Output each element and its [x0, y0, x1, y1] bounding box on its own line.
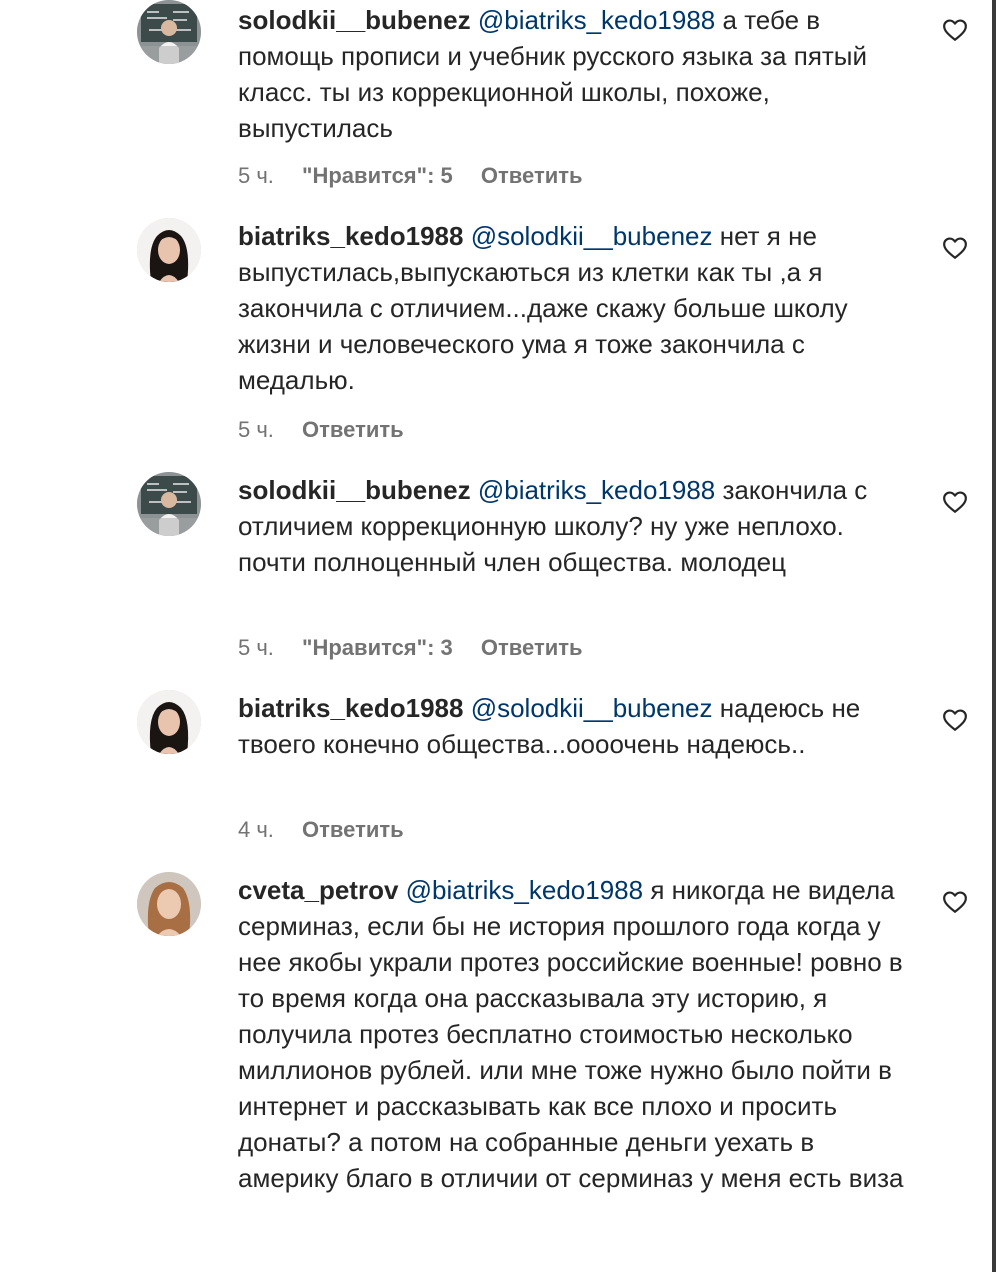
- comment-meta: 5 ч. "Нравится": 3 Ответить: [238, 633, 605, 663]
- comment-likes[interactable]: "Нравится": 5: [302, 163, 453, 188]
- comment-username[interactable]: cveta_petrov: [238, 875, 398, 905]
- woman-dark-hair-avatar-icon: [137, 690, 201, 754]
- comment-username[interactable]: biatriks_kedo1988: [238, 221, 463, 251]
- comment-meta: 5 ч. Ответить: [238, 415, 426, 445]
- avatar-biatriks-kedo1988[interactable]: [137, 690, 201, 754]
- comment-username[interactable]: solodkii__bubenez: [238, 5, 471, 35]
- comment-time: 5 ч.: [238, 417, 274, 442]
- comment-mention[interactable]: @biatriks_kedo1988: [478, 5, 715, 35]
- reply-button[interactable]: Ответить: [302, 417, 404, 442]
- comment-meta: 5 ч. "Нравится": 5 Ответить: [238, 161, 605, 191]
- avatar-biatriks-kedo1988[interactable]: [137, 218, 201, 282]
- comment-text: я никогда не видела серминаз, если бы не…: [238, 875, 904, 1193]
- heart-icon[interactable]: [942, 889, 968, 915]
- comment-mention[interactable]: @biatriks_kedo1988: [406, 875, 643, 905]
- reply-button[interactable]: Ответить: [481, 163, 583, 188]
- heart-icon[interactable]: [942, 489, 968, 515]
- heart-icon[interactable]: [942, 17, 968, 43]
- comment-time: 4 ч.: [238, 817, 274, 842]
- chalkboard-avatar-icon: [137, 472, 201, 536]
- comment-likes[interactable]: "Нравится": 3: [302, 635, 453, 660]
- comment-username[interactable]: solodkii__bubenez: [238, 475, 471, 505]
- avatar-solodkii-bubenez[interactable]: [137, 0, 201, 64]
- comment-mention[interactable]: @biatriks_kedo1988: [478, 475, 715, 505]
- reply-button[interactable]: Ответить: [302, 817, 404, 842]
- reply-button[interactable]: Ответить: [481, 635, 583, 660]
- heart-icon[interactable]: [942, 235, 968, 261]
- comment-mention[interactable]: @solodkii__bubenez: [471, 221, 713, 251]
- comment-username[interactable]: biatriks_kedo1988: [238, 693, 463, 723]
- woman-dark-hair-avatar-icon: [137, 218, 201, 282]
- comment-time: 5 ч.: [238, 163, 274, 188]
- heart-icon[interactable]: [942, 707, 968, 733]
- avatar-solodkii-bubenez[interactable]: [137, 472, 201, 536]
- woman-light-hair-avatar-icon: [137, 872, 201, 936]
- comment-time: 5 ч.: [238, 635, 274, 660]
- comment-mention[interactable]: @solodkii__bubenez: [471, 693, 713, 723]
- avatar-cveta-petrov[interactable]: [137, 872, 201, 936]
- window-edge: [992, 0, 996, 1272]
- chalkboard-avatar-icon: [137, 0, 201, 64]
- comment-meta: 4 ч. Ответить: [238, 815, 426, 845]
